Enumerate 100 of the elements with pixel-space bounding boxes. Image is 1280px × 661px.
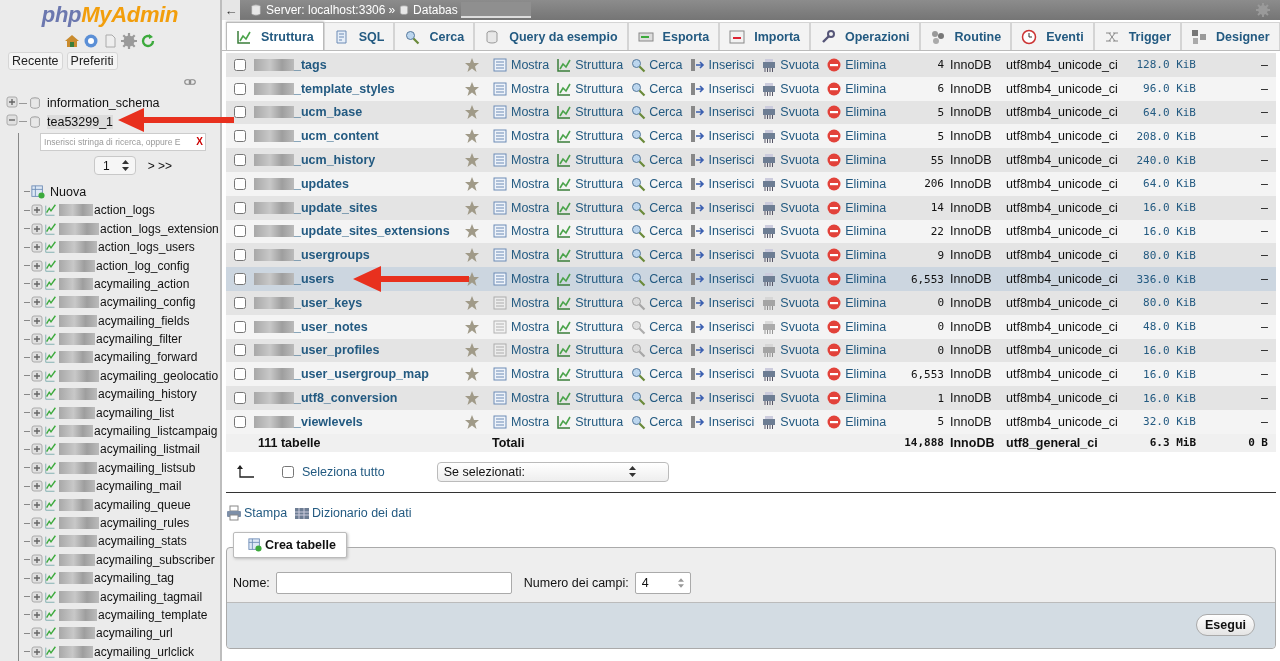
empty-link[interactable]: Svuota (761, 247, 820, 264)
empty-link[interactable]: Svuota (761, 294, 820, 311)
tab[interactable]: Designer (1181, 22, 1280, 50)
browse-link[interactable]: Mostra (492, 80, 550, 97)
structure-link[interactable]: Struttura (556, 152, 624, 169)
table-name-link[interactable]: _user_keys (294, 295, 363, 310)
database-link[interactable]: information_schema (47, 96, 160, 111)
browse-link[interactable]: Mostra (492, 366, 550, 383)
table-link[interactable]: acymailing_history (98, 387, 197, 402)
page-select[interactable]: 1 (94, 156, 136, 176)
table-name-link[interactable]: _updates (294, 176, 349, 191)
empty-link[interactable]: Svuota (761, 223, 820, 240)
structure-link[interactable]: Struttura (556, 56, 624, 73)
tab[interactable]: Routine (919, 22, 1012, 50)
drop-link[interactable]: Elimina (826, 342, 887, 359)
browse-link[interactable]: Mostra (492, 294, 550, 311)
search-link[interactable]: Cerca (630, 175, 683, 192)
insert-link[interactable]: Inserisci (689, 56, 755, 73)
size-link[interactable]: 32.0 KiB (1134, 415, 1196, 429)
back-button[interactable]: ← (222, 0, 240, 20)
page-next-link[interactable]: > >> (147, 158, 173, 173)
size-link[interactable]: 16.0 KiB (1134, 391, 1196, 405)
table-name-link[interactable]: _tags (294, 57, 327, 72)
structure-link[interactable]: Struttura (556, 294, 624, 311)
row-checkbox[interactable] (234, 273, 246, 286)
insert-link[interactable]: Inserisci (689, 175, 755, 192)
tab[interactable]: Trigger (1093, 22, 1181, 50)
drop-link[interactable]: Elimina (826, 223, 887, 240)
structure-link[interactable]: Struttura (556, 271, 624, 288)
table-link[interactable]: acymailing_fields (98, 313, 190, 328)
table-name-link[interactable]: _usergroups (294, 248, 370, 263)
search-link[interactable]: Cerca (630, 152, 683, 169)
row-checkbox[interactable] (234, 344, 246, 357)
data-dictionary-link[interactable]: Dizionario dei dati (294, 504, 412, 521)
tab[interactable]: Struttura (226, 22, 324, 50)
insert-link[interactable]: Inserisci (689, 104, 755, 121)
table-link[interactable]: acymailing_action (94, 276, 190, 291)
name-field[interactable] (275, 571, 512, 594)
empty-link[interactable]: Svuota (761, 104, 820, 121)
insert-link[interactable]: Inserisci (689, 366, 755, 383)
insert-link[interactable]: Inserisci (689, 390, 755, 407)
size-link[interactable]: 16.0 KiB (1134, 201, 1196, 215)
table-link[interactable]: acymailing_queue (94, 497, 191, 512)
row-checkbox[interactable] (234, 392, 246, 405)
empty-link[interactable]: Svuota (761, 128, 820, 145)
columns-number-field[interactable]: 4 (634, 571, 691, 594)
insert-link[interactable]: Inserisci (689, 294, 755, 311)
search-link[interactable]: Cerca (630, 366, 683, 383)
table-name-link[interactable]: _update_sites (294, 200, 378, 215)
empty-link[interactable]: Svuota (761, 56, 820, 73)
browse-link[interactable]: Mostra (492, 199, 550, 216)
table-link[interactable]: acymailing_subscriber (96, 552, 215, 567)
filter-field[interactable]: Inserisci stringa di ricerca, oppure E X (40, 132, 206, 151)
size-link[interactable]: 96.0 KiB (1134, 82, 1196, 96)
insert-link[interactable]: Inserisci (689, 271, 755, 288)
size-link[interactable]: 80.0 KiB (1134, 248, 1196, 262)
table-link[interactable]: acymailing_url (96, 626, 173, 641)
insert-link[interactable]: Inserisci (689, 318, 755, 335)
database-link[interactable]: Databas (413, 3, 458, 17)
size-link[interactable]: 48.0 KiB (1134, 320, 1196, 334)
browse-link[interactable]: Mostra (492, 128, 550, 145)
table-name-link[interactable]: _update_sites_extensions (294, 224, 450, 239)
table-name-link[interactable]: _ucm_history (294, 153, 376, 168)
drop-link[interactable]: Elimina (826, 152, 887, 169)
table-name-link[interactable]: _ucm_content (294, 129, 379, 144)
size-link[interactable]: 16.0 KiB (1134, 224, 1196, 238)
size-link[interactable]: 128.0 KiB (1134, 58, 1196, 72)
structure-link[interactable]: Struttura (556, 413, 624, 430)
search-link[interactable]: Cerca (630, 318, 683, 335)
table-name-link[interactable]: _utf8_conversion (294, 391, 398, 406)
search-link[interactable]: Cerca (630, 128, 683, 145)
size-link[interactable]: 64.0 KiB (1134, 106, 1196, 119)
empty-link[interactable]: Svuota (761, 342, 820, 359)
search-link[interactable]: Cerca (630, 247, 683, 264)
size-link[interactable]: 208.0 KiB (1134, 129, 1196, 143)
tab[interactable]: Importa (719, 22, 810, 50)
table-link[interactable]: acymailing_filter (96, 332, 183, 347)
table-link[interactable]: acymailing_forward (94, 350, 198, 365)
table-link[interactable]: acymailing_template (98, 607, 208, 622)
browse-link[interactable]: Mostra (492, 175, 550, 192)
table-name-link[interactable]: _user_notes (294, 319, 368, 334)
table-name-link[interactable]: _user_usergroup_map (294, 367, 429, 382)
search-link[interactable]: Cerca (630, 294, 683, 311)
empty-link[interactable]: Svuota (761, 175, 820, 192)
table-link[interactable]: acymailing_list (96, 405, 175, 420)
browse-link[interactable]: Mostra (492, 223, 550, 240)
empty-link[interactable]: Svuota (761, 271, 820, 288)
drop-link[interactable]: Elimina (826, 128, 887, 145)
browse-link[interactable]: Mostra (492, 56, 550, 73)
row-checkbox[interactable] (234, 368, 246, 381)
structure-link[interactable]: Struttura (556, 175, 624, 192)
search-link[interactable]: Cerca (630, 413, 683, 430)
insert-link[interactable]: Inserisci (689, 223, 755, 240)
size-link[interactable]: 240.0 KiB (1134, 153, 1196, 167)
size-link[interactable]: 336.0 KiB (1134, 272, 1196, 286)
drop-link[interactable]: Elimina (826, 390, 887, 407)
search-link[interactable]: Cerca (630, 199, 683, 216)
empty-link[interactable]: Svuota (761, 318, 820, 335)
structure-link[interactable]: Struttura (556, 128, 624, 145)
row-checkbox[interactable] (234, 415, 246, 428)
